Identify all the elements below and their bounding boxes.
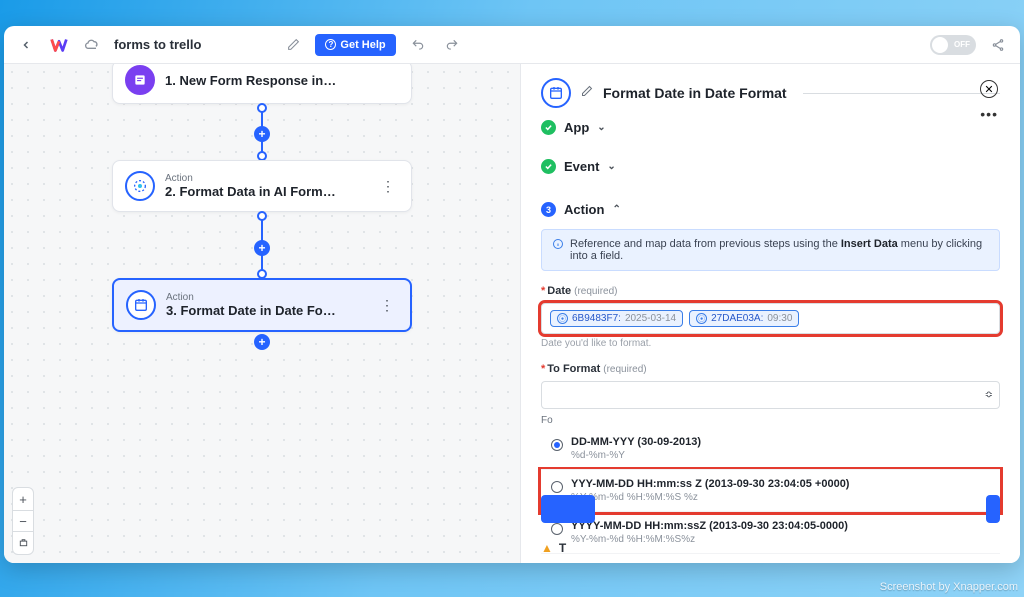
panel-more-menu[interactable]: ••• [980, 106, 998, 122]
step-config-panel: Format Date in Date Format ✕ ••• App ⌄ Ev… [520, 64, 1020, 563]
date-hint: Date you'd like to format. [541, 338, 1000, 349]
panel-title: Format Date in Date Format [603, 85, 787, 101]
add-step-button-2[interactable]: + [254, 240, 270, 256]
undo-button[interactable] [406, 33, 430, 57]
zoom-controls: + − [12, 487, 34, 555]
node-2-icon [125, 171, 155, 201]
redo-button[interactable] [440, 33, 464, 57]
check-icon [541, 120, 556, 135]
radio-icon [551, 523, 563, 535]
close-panel-button[interactable]: ✕ [980, 80, 998, 98]
date-field-label: *Date(required) [541, 285, 1000, 297]
format-option-2[interactable]: YYYY-MM-DD HH:mm:ssZ (2013-09-30 23:04:0… [541, 512, 1000, 554]
share-button[interactable] [986, 33, 1010, 57]
test-button-left[interactable] [541, 495, 595, 523]
toformat-field-label: *To Format(required) [541, 363, 1000, 375]
radio-icon [551, 439, 563, 451]
cloud-sync-icon [80, 33, 104, 57]
test-button-right[interactable] [986, 495, 1000, 523]
chevron-up-icon: ⌃ [612, 204, 620, 215]
toggle-label: OFF [954, 40, 970, 49]
warning-icon: ▲ [541, 541, 553, 555]
pill-icon: ⦿ [557, 313, 568, 324]
check-icon [541, 159, 556, 174]
get-help-label: Get Help [340, 39, 385, 51]
flow-node-3[interactable]: Action 3. Format Date in Date Fo… ⋮ [112, 278, 412, 332]
get-help-button[interactable]: ?Get Help [315, 34, 395, 56]
info-text-bold: Insert Data [841, 238, 898, 250]
format-dropdown: DD-MM-YYY (30-09-2013)%d-%m-%Y YYY-MM-DD… [541, 428, 1000, 563]
warning-row: ▲T [541, 541, 566, 555]
screenshot-attribution: Screenshot by Xnapper.com [880, 581, 1018, 593]
data-pill-2[interactable]: ⦿27DAE03A: 09:30 [689, 310, 799, 327]
step-number-badge: 3 [541, 202, 556, 217]
app-logo [48, 34, 70, 56]
node-3-title: 3. Format Date in Date Fo… [166, 303, 366, 318]
top-bar: forms to trello ?Get Help OFF [4, 26, 1020, 64]
format-prefix-text: Fo [541, 415, 1000, 426]
flow-node-1[interactable]: 1. New Form Response in… [112, 64, 412, 104]
caret-icon: ≎ [985, 390, 993, 401]
pill-icon: ⦿ [696, 313, 707, 324]
radio-icon [551, 481, 563, 493]
info-banner: Reference and map data from previous ste… [541, 229, 1000, 271]
info-icon [552, 238, 564, 262]
edit-step-title-icon[interactable] [581, 84, 593, 102]
flow-node-2[interactable]: Action 2. Format Data in AI Form… ⋮ [112, 160, 412, 212]
add-step-button-1[interactable]: + [254, 126, 270, 142]
warning-text: T [559, 541, 566, 555]
chevron-down-icon: ⌄ [607, 161, 615, 172]
flow-title[interactable]: forms to trello [114, 37, 201, 52]
section-app[interactable]: App ⌄ [541, 112, 1000, 143]
date-input[interactable]: ⦿6B9483F7: 2025-03-14 ⦿27DAE03A: 09:30 [541, 303, 1000, 334]
format-option-1[interactable]: YYY-MM-DD HH:mm:ss Z (2013-09-30 23:04:0… [541, 470, 1000, 512]
format-option-3[interactable]: MMM DD YYYY (Sep 30 2013)%b %d %Y [541, 554, 1000, 563]
node-2-title: 2. Format Data in AI Form… [165, 184, 367, 199]
node-3-icon [126, 290, 156, 320]
node-2-menu[interactable]: ⋮ [377, 176, 399, 197]
section-action-label: Action [564, 202, 604, 217]
node-1-icon [125, 65, 155, 95]
publish-toggle[interactable]: OFF [930, 35, 976, 55]
info-text-prefix: Reference and map data from previous ste… [570, 238, 841, 250]
section-event[interactable]: Event ⌄ [541, 151, 1000, 182]
chevron-down-icon: ⌄ [597, 122, 605, 133]
zoom-fit-button[interactable] [13, 532, 33, 554]
node-3-menu[interactable]: ⋮ [376, 295, 398, 316]
format-option-0[interactable]: DD-MM-YYY (30-09-2013)%d-%m-%Y [541, 428, 1000, 470]
zoom-out-button[interactable]: − [13, 510, 33, 532]
flow-canvas[interactable]: 1. New Form Response in… + Action 2. For… [4, 64, 520, 563]
section-event-label: Event [564, 159, 599, 174]
node-2-label: Action [165, 173, 367, 184]
panel-step-icon [541, 78, 571, 108]
add-step-button-3[interactable]: + [254, 334, 270, 350]
data-pill-1[interactable]: ⦿6B9483F7: 2025-03-14 [550, 310, 683, 327]
section-action[interactable]: 3 Action ⌃ [541, 194, 1000, 225]
node-1-title: 1. New Form Response in… [165, 73, 399, 88]
node-3-label: Action [166, 292, 366, 303]
section-app-label: App [564, 120, 589, 135]
zoom-in-button[interactable]: + [13, 488, 33, 510]
edit-title-button[interactable] [281, 33, 305, 57]
back-button[interactable] [14, 33, 38, 57]
toformat-select[interactable]: ≎ [541, 381, 1000, 409]
